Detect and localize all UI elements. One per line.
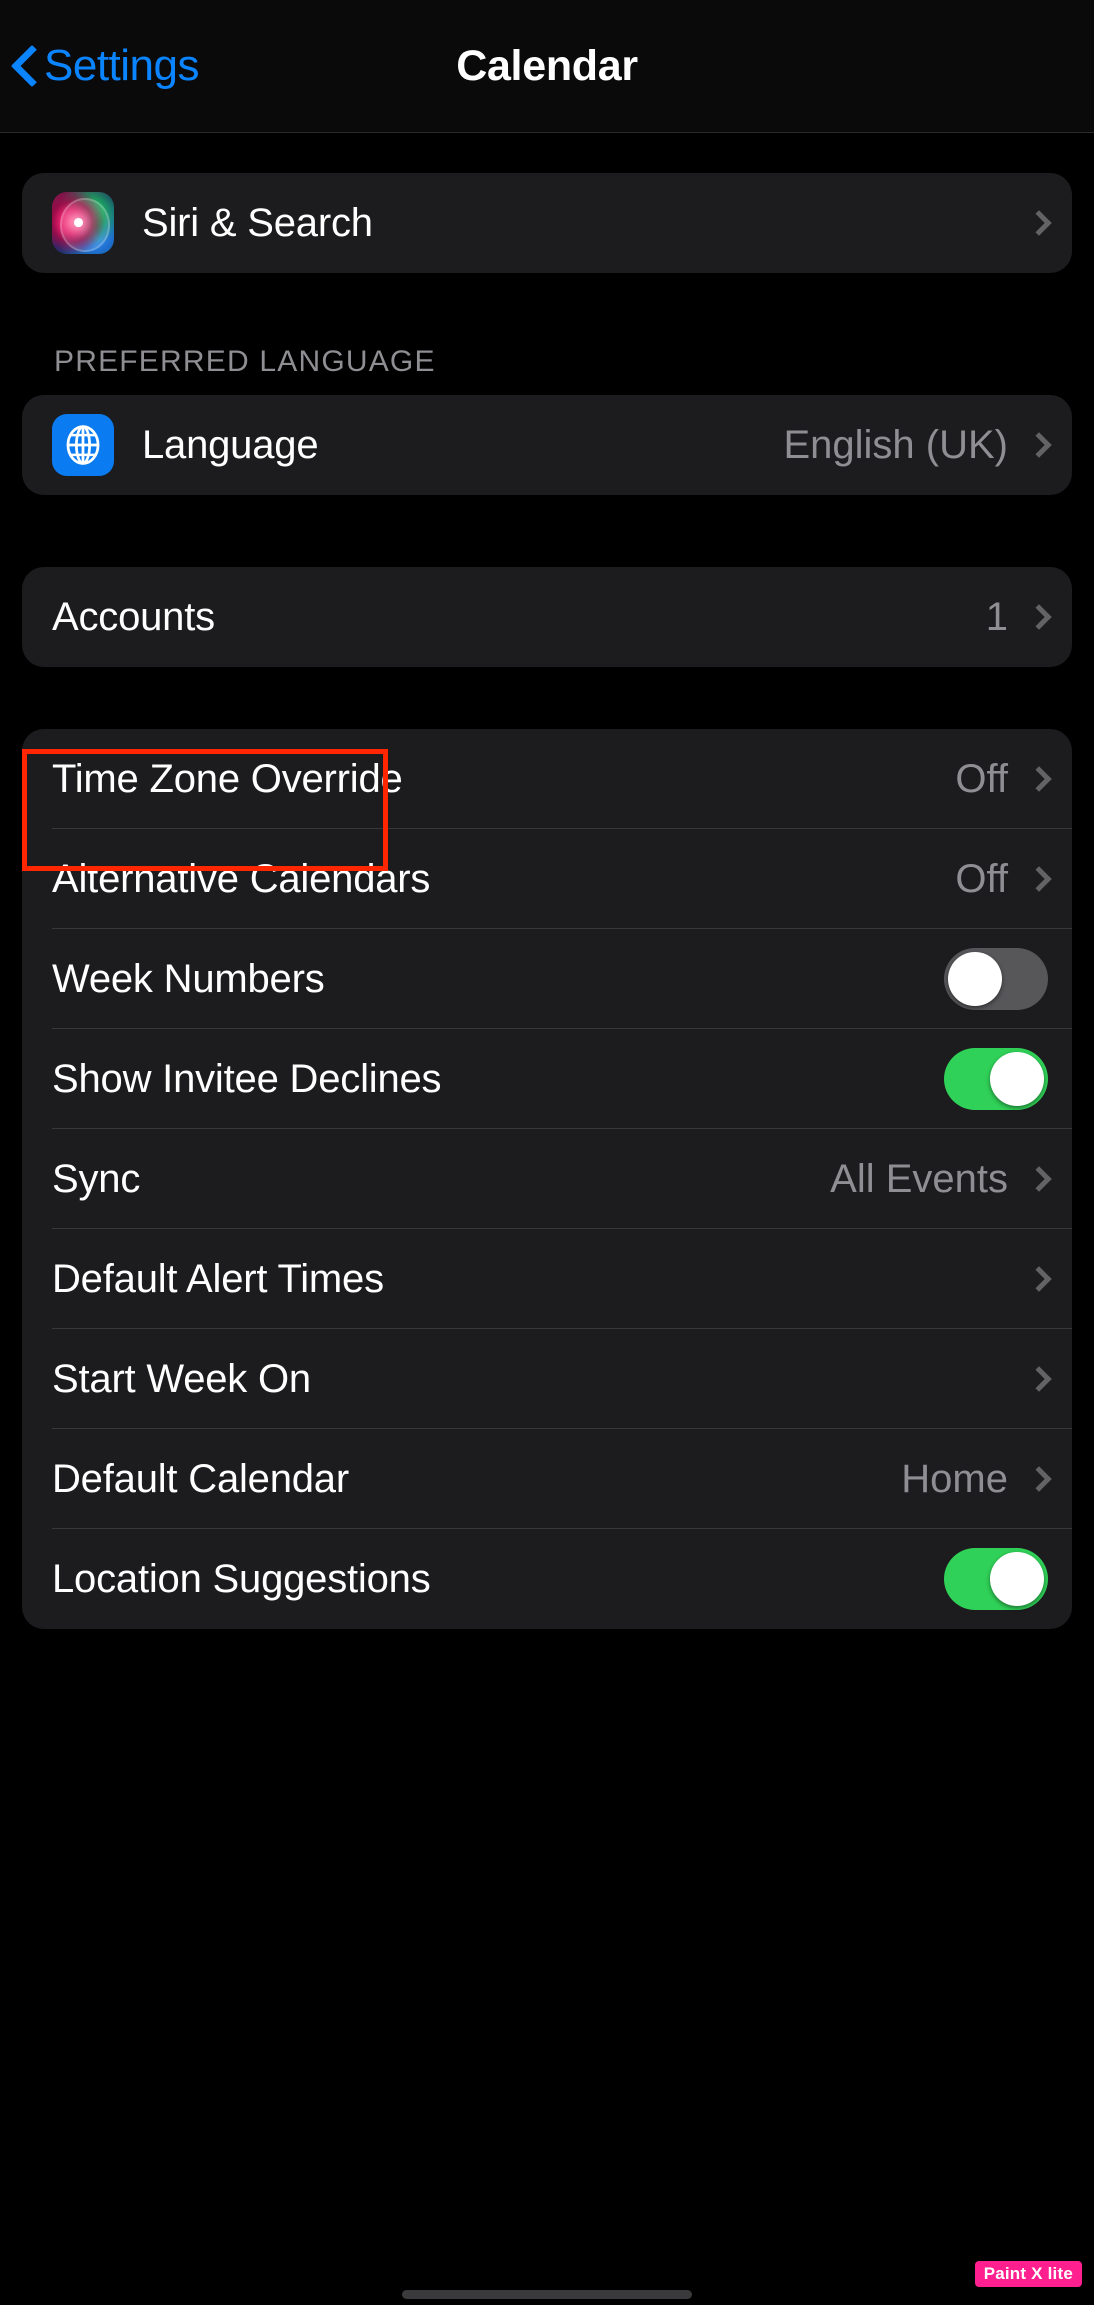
list-item-week-numbers[interactable]: Week Numbers <box>22 929 1072 1029</box>
list-item-value: Home <box>901 1456 1008 1501</box>
toggle-show-invitee-declines[interactable] <box>944 1048 1048 1110</box>
chevron-right-icon <box>1026 1166 1052 1192</box>
list-item-label: Accounts <box>52 594 215 639</box>
iphone-settings-screen: Settings Calendar Siri & Search PREFERRE… <box>0 0 1094 2305</box>
list-item-time-zone-override[interactable]: Time Zone Override Off <box>22 729 1072 829</box>
list-item-label: Siri & Search <box>142 200 373 245</box>
list-item-label: Alternative Calendars <box>52 856 431 901</box>
list-item-show-invitee-declines[interactable]: Show Invitee Declines <box>22 1029 1072 1129</box>
list-item-alternative-calendars[interactable]: Alternative Calendars Off <box>22 829 1072 929</box>
list-item-label: Start Week On <box>52 1356 311 1401</box>
list-item-language[interactable]: Language English (UK) <box>22 395 1072 495</box>
chevron-right-icon <box>1026 1366 1052 1392</box>
list-item-accounts[interactable]: Accounts 1 <box>22 567 1072 667</box>
list-item-default-calendar[interactable]: Default Calendar Home <box>22 1429 1072 1529</box>
siri-search-group: Siri & Search <box>22 173 1072 273</box>
list-item-location-suggestions[interactable]: Location Suggestions <box>22 1529 1072 1629</box>
list-item-value: English (UK) <box>783 422 1008 467</box>
toggle-location-suggestions[interactable] <box>944 1548 1048 1610</box>
chevron-left-icon <box>8 40 38 92</box>
language-group: Language English (UK) <box>22 395 1072 495</box>
back-button[interactable]: Settings <box>8 40 199 92</box>
accounts-group: Accounts 1 <box>22 567 1072 667</box>
chevron-right-icon <box>1026 210 1052 236</box>
calendar-options-group: Time Zone Override Off Alternative Calen… <box>22 729 1072 1629</box>
chevron-right-icon <box>1026 766 1052 792</box>
list-item-default-alert-times[interactable]: Default Alert Times <box>22 1229 1072 1329</box>
chevron-right-icon <box>1026 604 1052 630</box>
list-item-value: Off <box>955 756 1008 801</box>
list-item-value: Off <box>955 856 1008 901</box>
list-item-label: Default Alert Times <box>52 1256 384 1301</box>
globe-icon <box>52 414 114 476</box>
list-item-siri-search[interactable]: Siri & Search <box>22 173 1072 273</box>
home-indicator <box>402 2290 692 2299</box>
toggle-knob <box>990 1552 1044 1606</box>
list-item-label: Week Numbers <box>52 956 325 1001</box>
list-item-sync[interactable]: Sync All Events <box>22 1129 1072 1229</box>
list-item-label: Location Suggestions <box>52 1556 431 1601</box>
chevron-right-icon <box>1026 1466 1052 1492</box>
chevron-right-icon <box>1026 1266 1052 1292</box>
list-item-label: Sync <box>52 1156 141 1201</box>
toggle-knob <box>990 1052 1044 1106</box>
chevron-right-icon <box>1026 866 1052 892</box>
toggle-knob <box>948 952 1002 1006</box>
navigation-bar: Settings Calendar <box>0 0 1094 133</box>
list-item-start-week-on[interactable]: Start Week On <box>22 1329 1072 1429</box>
chevron-right-icon <box>1026 432 1052 458</box>
siri-icon <box>52 192 114 254</box>
list-item-label: Language <box>142 422 319 467</box>
list-item-value: All Events <box>830 1156 1008 1201</box>
list-item-label: Show Invitee Declines <box>52 1056 442 1101</box>
back-button-label: Settings <box>44 41 199 90</box>
list-item-label: Default Calendar <box>52 1456 349 1501</box>
list-item-value: 1 <box>985 594 1008 639</box>
settings-content: Siri & Search PREFERRED LANGUAGE Languag… <box>0 133 1094 1629</box>
watermark: Paint X lite <box>974 2261 1082 2287</box>
list-item-label: Time Zone Override <box>52 756 403 801</box>
toggle-week-numbers[interactable] <box>944 948 1048 1010</box>
section-header-preferred-language: PREFERRED LANGUAGE <box>54 345 436 378</box>
